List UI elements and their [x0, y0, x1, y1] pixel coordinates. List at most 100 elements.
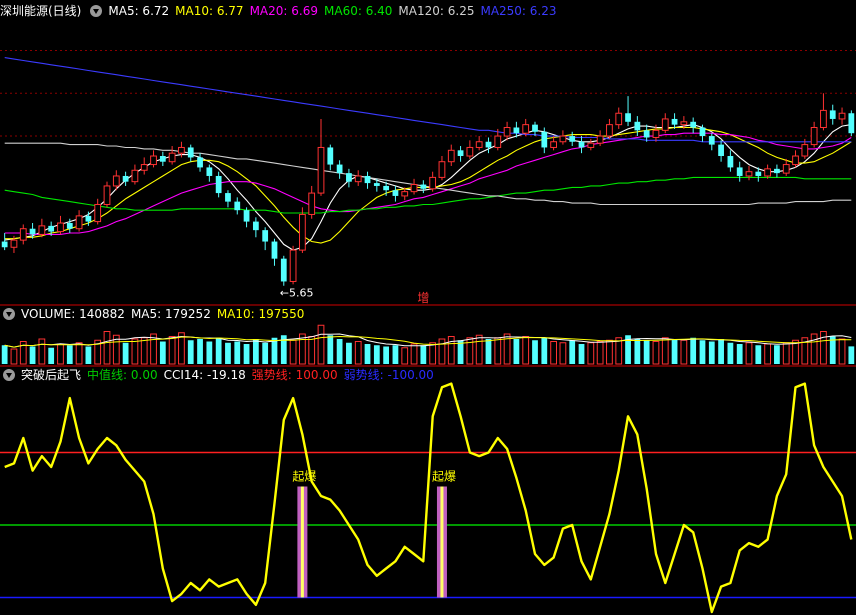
candle-body-up [354, 175, 362, 183]
volume-bar-down [755, 345, 762, 364]
candle-body-down [48, 225, 55, 232]
candle-body-up [810, 126, 818, 146]
low-price-marker: ←5.65 [280, 287, 314, 300]
candle-body-up [140, 164, 148, 171]
volume-bar-up [745, 342, 753, 365]
volume-bar-up [587, 342, 595, 365]
volume-bar-down [48, 347, 55, 364]
candle-body-up [466, 146, 474, 157]
candle-body-down [569, 136, 576, 142]
signal-bar-core [440, 486, 444, 598]
moving-average-lines [4, 57, 852, 251]
candle-body-down [187, 147, 194, 158]
candle-body-down [485, 141, 492, 148]
volume-bar-up [438, 338, 446, 365]
volume-bar-up [475, 334, 483, 365]
volume-bar-down [234, 341, 241, 364]
candle-body-up [112, 175, 120, 187]
volume-bar-up [559, 342, 567, 365]
candle-body-down [774, 168, 780, 174]
candle-body-up [680, 121, 688, 126]
volume-bar-up [661, 337, 669, 365]
candle-body-up [503, 126, 511, 137]
price-grid [0, 50, 856, 137]
volume-bar-up [308, 336, 316, 365]
volume-bar-down [187, 340, 194, 364]
candle-body-down [29, 228, 36, 235]
candle-body-down [643, 130, 650, 138]
candle-body-up [838, 112, 846, 120]
volume-bar-down [392, 345, 399, 364]
volume-bar-down [206, 341, 213, 364]
candle-body-up [19, 228, 27, 241]
volume-bar-down [346, 342, 352, 364]
candle-body-down [755, 171, 762, 176]
candle-body-up [94, 203, 102, 223]
volume-bar-down [578, 344, 585, 364]
candle-body-up [782, 164, 790, 174]
candle-body-up [75, 215, 83, 230]
volume-bar-up [140, 337, 148, 365]
candle-body-up [801, 144, 809, 157]
candle-body-down [736, 167, 743, 176]
candle-body-down [85, 215, 92, 222]
candle-body-up [652, 129, 660, 138]
candle-body-up [429, 176, 437, 190]
candle-body-down [708, 136, 715, 145]
candle-body-down [197, 157, 203, 168]
volume-bar-down [364, 344, 371, 364]
candle-body-down [457, 150, 464, 157]
volume-bar-down [513, 339, 520, 364]
volume-bar-down [122, 342, 129, 364]
volume-bar-up [596, 341, 604, 365]
candle-body-down [327, 147, 334, 165]
candle-body-down [392, 190, 399, 196]
candle-body-up [587, 142, 595, 148]
volume-bar-up [289, 339, 297, 365]
candle-body-down [625, 113, 631, 122]
volume-bar-up [317, 324, 325, 365]
candle-body-down [206, 167, 213, 176]
volume-bar-down [159, 341, 166, 364]
volume-bar-down [197, 339, 203, 364]
volume-bar-up [131, 338, 139, 365]
volume-bar-down [215, 337, 222, 364]
candle-body-down [634, 121, 641, 131]
volume-bar-down [634, 339, 641, 364]
candle-body-down [1, 241, 8, 248]
volume-bar-down [66, 345, 73, 364]
candle-body-up [150, 155, 157, 166]
candle-body-up [289, 249, 297, 282]
volume-bar-up [652, 341, 660, 365]
volume-bar-up [466, 337, 474, 365]
candle-body-up [550, 141, 557, 148]
zeng-marker: 增 [417, 291, 429, 305]
candle-body-down [234, 201, 241, 211]
candle-body-up [559, 135, 567, 143]
candle-body-down [671, 118, 678, 125]
volume-bar-up [764, 343, 771, 365]
cci-line-path [4, 382, 853, 614]
volume-bar-up [680, 339, 688, 365]
candle-body-up [820, 109, 827, 128]
candle-body-down [252, 221, 259, 231]
stock-chart[interactable]: ←5.65 增 起爆 起爆 [0, 0, 856, 615]
candle-body-up [475, 141, 483, 148]
volume-bar-up [447, 336, 455, 365]
volume-bar-up [57, 343, 64, 365]
volume-bar-down [569, 340, 576, 364]
volume-bar-down [327, 335, 334, 364]
candle-body-up [606, 124, 613, 137]
volume-bar-up [410, 343, 418, 365]
volume-bar-down [848, 346, 855, 364]
cci-line [4, 382, 853, 614]
volume-bar-up [10, 348, 18, 365]
candle-body-down [262, 230, 269, 242]
candle-body-up [615, 112, 623, 126]
volume-bar-down [643, 340, 650, 364]
volume-bar-down [736, 344, 743, 364]
candle-body-up [401, 191, 409, 197]
candle-body-down [159, 156, 166, 162]
volume-bar-down [85, 346, 92, 364]
candle-body-down [66, 223, 73, 229]
